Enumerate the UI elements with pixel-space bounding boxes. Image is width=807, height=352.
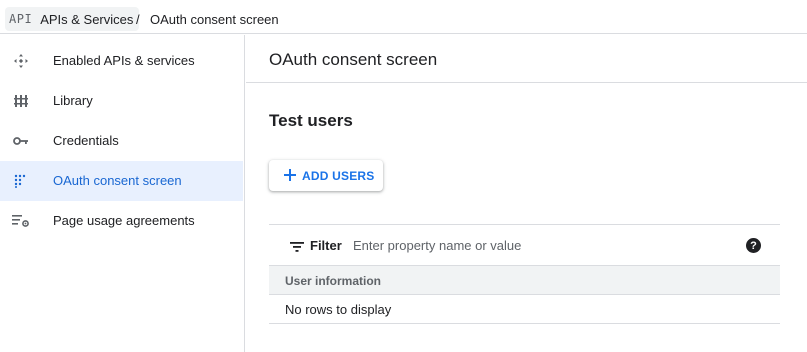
filter-input[interactable]: [353, 233, 733, 257]
empty-message: No rows to display: [285, 302, 392, 317]
breadcrumb-current: OAuth consent screen: [150, 12, 279, 27]
key-icon: [12, 133, 30, 149]
add-users-button[interactable]: ADD USERS: [269, 160, 383, 191]
api-move-icon: [12, 53, 30, 69]
library-icon: [12, 93, 30, 109]
breadcrumb-root-label: APIs & Services: [40, 11, 134, 27]
plus-icon: [283, 168, 297, 182]
table-header: User information: [269, 266, 780, 295]
sidebar-item-label: Enabled APIs & services: [53, 53, 195, 68]
add-users-label: ADD USERS: [302, 169, 375, 183]
sidebar-item-label: Page usage agreements: [53, 213, 195, 228]
sidebar-item-library[interactable]: Library: [0, 81, 243, 121]
api-logo-icon: API: [9, 12, 33, 26]
filter-bar: Filter ?: [269, 224, 780, 266]
breadcrumb: API APIs & Services / OAuth consent scre…: [0, 0, 807, 34]
settings-list-icon: [12, 213, 30, 229]
sidebar-item-label: OAuth consent screen: [53, 173, 182, 188]
section-title: Test users: [269, 111, 353, 130]
filter-label: Filter: [310, 238, 342, 253]
sidebar: Enabled APIs & services Library Credenti…: [0, 35, 245, 352]
sidebar-item-oauth-consent[interactable]: OAuth consent screen: [0, 161, 243, 201]
breadcrumb-root[interactable]: API APIs & Services: [5, 7, 140, 31]
help-icon[interactable]: ?: [746, 238, 761, 253]
sidebar-item-page-usage[interactable]: Page usage agreements: [0, 201, 243, 241]
filter-icon[interactable]: [290, 240, 304, 252]
sidebar-item-label: Credentials: [53, 133, 119, 148]
page-header: OAuth consent screen: [246, 35, 807, 83]
oauth-dots-icon: [12, 173, 30, 189]
page-title: OAuth consent screen: [269, 50, 438, 69]
breadcrumb-separator: /: [136, 12, 140, 27]
sidebar-item-label: Library: [53, 93, 93, 108]
column-header-user-information[interactable]: User information: [285, 274, 381, 288]
sidebar-item-credentials[interactable]: Credentials: [0, 121, 243, 161]
table-empty-row: No rows to display: [269, 295, 780, 324]
sidebar-item-enabled-apis[interactable]: Enabled APIs & services: [0, 41, 243, 81]
